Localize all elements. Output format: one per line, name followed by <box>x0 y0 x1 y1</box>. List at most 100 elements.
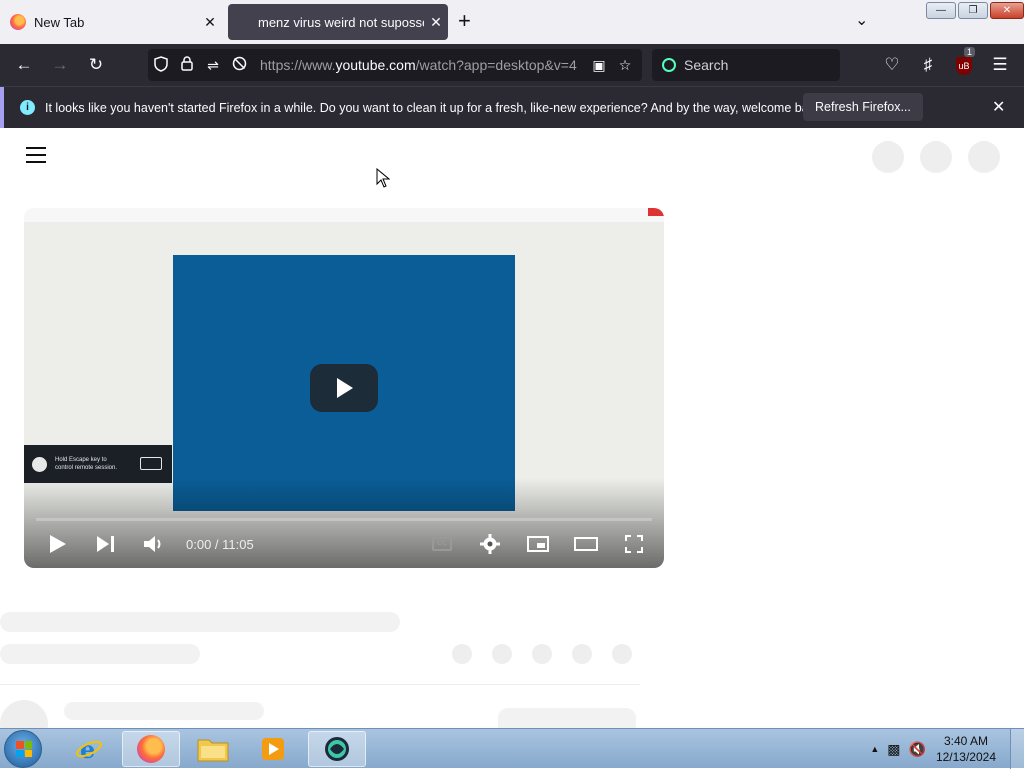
steam-icon <box>32 457 47 472</box>
ublock-origin-icon: uB <box>956 57 972 75</box>
window-controls: — ❐ ✕ <box>926 2 1024 19</box>
bookmark-star-icon[interactable]: ☆ <box>612 57 638 74</box>
pocket-icon[interactable]: ♡ <box>874 55 910 75</box>
url-bar[interactable]: ⇌ https://www.youtube.com/watch?app=desk… <box>148 49 642 81</box>
play-icon <box>50 535 66 553</box>
refresh-notification-bar: i It looks like you haven't started Fire… <box>0 86 1024 128</box>
refresh-firefox-button[interactable]: Refresh Firefox... <box>803 93 923 121</box>
lock-icon[interactable] <box>174 56 200 74</box>
play-button[interactable] <box>34 535 82 553</box>
fullscreen-icon <box>625 535 643 553</box>
comment-skeleton <box>64 702 264 720</box>
page-content: Hold Escape key to control remote sessio… <box>0 128 1024 728</box>
next-button[interactable] <box>82 536 130 552</box>
tab-title: New Tab <box>34 15 198 30</box>
show-hidden-icons-arrow-icon[interactable]: ▲ <box>870 744 879 754</box>
new-tab-plus-icon[interactable]: + <box>458 8 471 34</box>
avatar-skeleton <box>0 700 48 728</box>
back-arrow-icon[interactable]: ← <box>6 55 42 75</box>
url-text[interactable]: https://www.youtube.com/watch?app=deskto… <box>252 57 586 73</box>
captions-button[interactable]: CC <box>418 537 466 551</box>
next-icon <box>97 536 115 552</box>
video-player[interactable]: Hold Escape key to control remote sessio… <box>24 208 664 568</box>
taskbar-remote-app[interactable] <box>308 731 366 767</box>
search-engine-icon[interactable] <box>662 58 676 72</box>
taskbar-file-explorer[interactable] <box>184 731 242 767</box>
internet-explorer-icon: e <box>75 735 103 763</box>
taskbar-internet-explorer[interactable]: e <box>60 731 118 767</box>
app-menu-hamburger-icon[interactable]: ☰ <box>982 55 1018 75</box>
placeholder-avatar <box>920 141 952 173</box>
action-skeleton <box>532 644 552 664</box>
info-icon: i <box>20 100 35 115</box>
firefox-icon <box>137 735 165 763</box>
svg-text:e: e <box>80 735 95 763</box>
player-controls: 0:00 / 11:05 CC <box>24 526 664 562</box>
autoplay-blocked-icon[interactable] <box>226 56 252 74</box>
windows-logo-icon <box>16 741 32 757</box>
theater-icon <box>574 537 598 551</box>
reload-icon[interactable]: ↻ <box>78 55 114 75</box>
settings-button[interactable] <box>466 534 514 554</box>
volume-button[interactable] <box>130 535 178 553</box>
ublock-badge: 1 <box>964 47 975 57</box>
network-icon[interactable]: ▩ <box>887 741 900 758</box>
theater-mode-button[interactable] <box>562 537 610 551</box>
extensions-puzzle-icon[interactable]: ♯ <box>910 55 946 75</box>
search-placeholder: Search <box>684 57 728 73</box>
overlay-text: Hold Escape key to control remote sessio… <box>55 456 125 472</box>
clock-date: 12/13/2024 <box>936 749 996 765</box>
play-icon <box>335 378 355 398</box>
action-skeleton <box>492 644 512 664</box>
ublock-extension-button[interactable]: uB 1 <box>946 56 982 75</box>
system-tray: ▲ ▩ 🔇 3:40 AM 12/13/2024 <box>870 729 1024 769</box>
folder-icon <box>197 736 229 762</box>
vnc-close-marker <box>648 208 664 216</box>
large-play-button[interactable] <box>310 364 378 412</box>
action-skeleton <box>572 644 592 664</box>
volume-muted-icon[interactable]: 🔇 <box>909 741 926 758</box>
miniplayer-button[interactable] <box>514 536 562 552</box>
tab-bar: New Tab ✕ menz virus weird not supossed … <box>0 0 1024 44</box>
progress-bar[interactable] <box>36 518 652 521</box>
search-bar[interactable]: Search <box>652 49 840 81</box>
vnc-window-titlebar <box>24 208 664 222</box>
subscribe-skeleton <box>498 708 636 728</box>
start-button[interactable] <box>4 730 42 768</box>
permissions-icon[interactable]: ⇌ <box>200 57 226 74</box>
close-notification-icon[interactable]: ✕ <box>992 97 1005 117</box>
content-divider <box>0 684 640 685</box>
shield-icon[interactable] <box>148 56 174 75</box>
taskbar-media-player[interactable] <box>244 731 302 767</box>
nav-bar: ← → ↻ ⇌ https://www.youtube.com/watch?ap… <box>0 44 1024 86</box>
forward-arrow-icon[interactable]: → <box>42 55 78 75</box>
mouse-cursor-icon <box>376 168 390 188</box>
tab-youtube[interactable]: menz virus weird not supossed to happen … <box>228 4 448 40</box>
show-desktop-button[interactable] <box>1010 729 1024 769</box>
restore-button[interactable]: ❐ <box>958 2 988 19</box>
notification-accent-stripe <box>0 87 4 129</box>
list-all-tabs-chevron-icon[interactable]: ⌄ <box>855 10 868 30</box>
placeholder-avatar <box>872 141 904 173</box>
close-tab-icon[interactable]: ✕ <box>424 14 448 31</box>
tab-new-tab[interactable]: New Tab ✕ <box>0 4 222 40</box>
keyboard-icon <box>140 457 162 470</box>
cc-icon: CC <box>432 537 452 551</box>
minimize-button[interactable]: — <box>926 2 956 19</box>
fullscreen-button[interactable] <box>610 535 658 553</box>
windows-taskbar: e ▲ ▩ 🔇 3:40 AM 12/13/2024 <box>0 728 1024 768</box>
clock-time: 3:40 AM <box>936 733 996 749</box>
remote-desktop-icon <box>320 735 354 763</box>
taskbar-firefox[interactable] <box>122 731 180 767</box>
time-display: 0:00 / 11:05 <box>186 537 254 552</box>
clock[interactable]: 3:40 AM 12/13/2024 <box>936 733 996 765</box>
youtube-menu-icon[interactable] <box>26 147 46 168</box>
close-window-button[interactable]: ✕ <box>990 2 1024 19</box>
volume-icon <box>144 535 164 553</box>
miniplayer-icon <box>527 536 549 552</box>
action-skeleton <box>612 644 632 664</box>
title-skeleton <box>0 612 400 632</box>
close-tab-icon[interactable]: ✕ <box>198 14 222 31</box>
channel-skeleton <box>0 644 200 664</box>
picture-in-picture-icon[interactable]: ▣ <box>586 57 612 74</box>
